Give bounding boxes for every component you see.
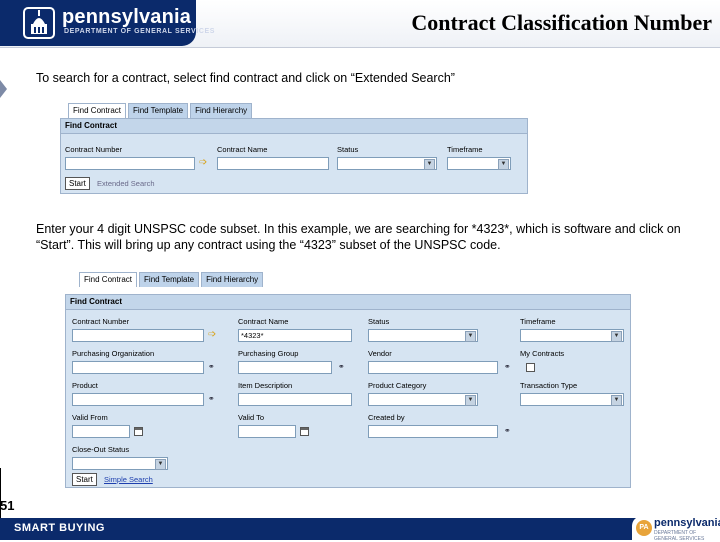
product-label: Product [72, 381, 98, 390]
slide-footer [0, 518, 720, 540]
timeframe-select[interactable]: ▼ [520, 329, 624, 342]
product-category-label: Product Category [368, 381, 427, 390]
tab-find-template[interactable]: Find Template [128, 103, 189, 118]
chevron-down-icon: ▼ [155, 459, 166, 470]
footer-label: SMART BUYING [14, 522, 105, 534]
contract-name-label: Contract Name [217, 145, 268, 154]
purchasing-organization-label: Purchasing Organization [72, 349, 155, 358]
contract-number-label: Contract Number [72, 317, 130, 326]
chevron-down-icon: ▼ [465, 331, 476, 342]
footer-logo-text: pennsylvania [654, 517, 720, 529]
pa-badge-icon: PA [636, 520, 652, 536]
panel-title: Find Contract [61, 119, 527, 134]
instruction-step-2: Enter your 4 digit UNSPSC code subset. I… [36, 222, 681, 252]
product-category-select[interactable]: ▼ [368, 393, 478, 406]
chevron-down-icon: ▼ [424, 159, 435, 170]
status-select[interactable]: ▼ [368, 329, 478, 342]
contract-name-label: Contract Name [238, 317, 289, 326]
arrow-right-icon[interactable]: ➩ [208, 330, 218, 340]
chevron-down-icon: ▼ [498, 159, 509, 170]
logo-subtitle: DEPARTMENT OF GENERAL SERVICES [64, 28, 216, 35]
status-label: Status [337, 145, 359, 154]
start-button[interactable]: Start [72, 473, 97, 486]
instruction-step-1: To search for a contract, select find co… [36, 71, 455, 85]
tab-find-hierarchy[interactable]: Find Hierarchy [190, 103, 253, 118]
binoculars-icon[interactable]: ⚭ [338, 362, 348, 372]
my-contracts-label: My Contracts [520, 349, 565, 358]
contract-number-input[interactable] [65, 157, 195, 170]
binoculars-icon[interactable]: ⚭ [208, 394, 218, 404]
screenshot-find-contract-basic: Find Contract Find Template Find Hierarc… [60, 103, 528, 194]
transaction-type-label: Transaction Type [520, 381, 578, 390]
simple-search-link[interactable]: Simple Search [104, 475, 153, 484]
vendor-label: Vendor [368, 349, 392, 358]
timeframe-label: Timeframe [447, 145, 483, 154]
close-out-status-label: Close-Out Status [72, 445, 130, 454]
screenshot-find-contract-extended: Find Contract Find Template Find Hierarc… [65, 272, 631, 488]
capitol-dome-icon [23, 7, 55, 39]
tab-find-template[interactable]: Find Template [139, 272, 200, 287]
start-button[interactable]: Start [65, 177, 90, 190]
created-by-input[interactable] [368, 425, 498, 438]
status-label: Status [368, 317, 390, 326]
footer-logo-subtitle: DEPARTMENT OF GENERAL SERVICES [654, 530, 705, 542]
binoculars-icon[interactable]: ⚭ [504, 426, 514, 436]
extended-search-link[interactable]: Extended Search [97, 179, 155, 188]
calendar-icon[interactable] [300, 427, 309, 436]
valid-from-input[interactable] [72, 425, 130, 438]
panel-title: Find Contract [66, 295, 630, 310]
my-contracts-checkbox[interactable] [526, 363, 535, 372]
chevron-down-icon: ▼ [611, 331, 622, 342]
timeframe-select[interactable]: ▼ [447, 157, 511, 170]
contract-number-label: Contract Number [65, 145, 123, 154]
transaction-type-select[interactable]: ▼ [520, 393, 624, 406]
status-select[interactable]: ▼ [337, 157, 437, 170]
page-number: 51 [0, 498, 15, 513]
purchasing-group-input[interactable] [238, 361, 332, 374]
vendor-input[interactable] [368, 361, 498, 374]
valid-from-label: Valid From [72, 413, 108, 422]
contract-name-input[interactable]: *4323* [238, 329, 352, 342]
contract-name-input[interactable] [217, 157, 329, 170]
chevron-down-icon: ▼ [611, 395, 622, 406]
valid-to-label: Valid To [238, 413, 264, 422]
purchasing-group-label: Purchasing Group [238, 349, 299, 358]
tab-find-hierarchy[interactable]: Find Hierarchy [201, 272, 264, 287]
tab-find-contract[interactable]: Find Contract [79, 272, 138, 287]
find-contract-panel: Find Contract Contract Number ➩ Contract… [60, 118, 528, 194]
purchasing-organization-input[interactable] [72, 361, 204, 374]
calendar-icon[interactable] [134, 427, 143, 436]
binoculars-icon[interactable]: ⚭ [504, 362, 514, 372]
slide-title: Contract Classification Number [411, 10, 712, 35]
logo-text: pennsylvania [62, 6, 192, 28]
tab-find-contract[interactable]: Find Contract [68, 103, 127, 118]
side-arrow-icon [0, 80, 7, 98]
created-by-label: Created by [368, 413, 405, 422]
product-input[interactable] [72, 393, 204, 406]
valid-to-input[interactable] [238, 425, 296, 438]
close-out-status-select[interactable]: ▼ [72, 457, 168, 470]
header-divider [0, 47, 720, 48]
item-description-label: Item Description [238, 381, 293, 390]
chevron-down-icon: ▼ [465, 395, 476, 406]
find-contract-panel: Find Contract Contract Number ➩ Contract… [65, 294, 631, 488]
arrow-right-icon[interactable]: ➩ [199, 158, 209, 168]
binoculars-icon[interactable]: ⚭ [208, 362, 218, 372]
contract-number-input[interactable] [72, 329, 204, 342]
timeframe-label: Timeframe [520, 317, 556, 326]
item-description-input[interactable] [238, 393, 352, 406]
